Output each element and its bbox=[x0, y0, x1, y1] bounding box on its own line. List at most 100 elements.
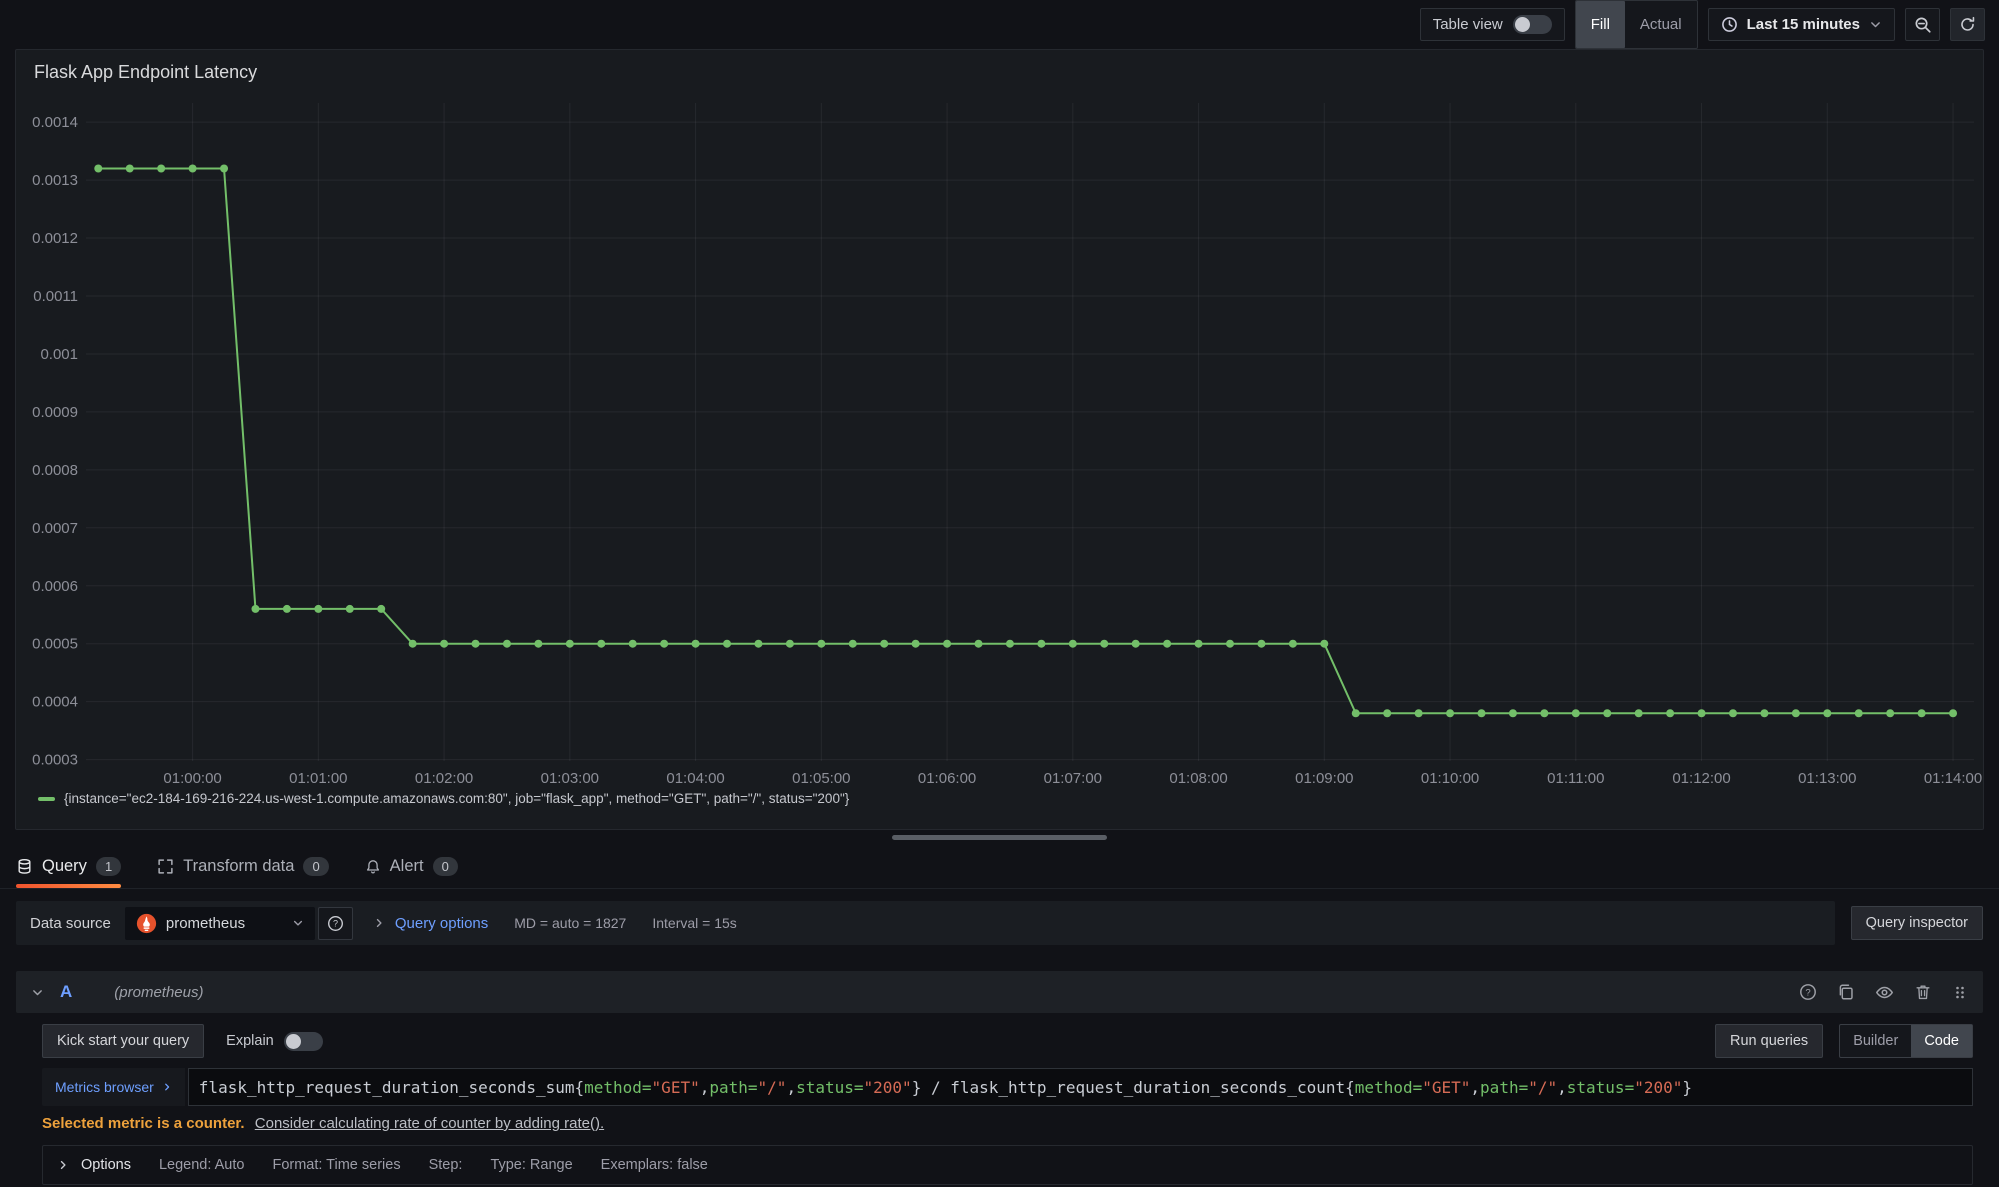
fill-actual-segmented: Fill Actual bbox=[1575, 0, 1698, 49]
svg-text:0.0009: 0.0009 bbox=[32, 404, 78, 421]
tab-transform-label: Transform data bbox=[183, 857, 294, 876]
delete-query-button[interactable] bbox=[1914, 983, 1932, 1001]
clock-icon bbox=[1721, 16, 1738, 33]
svg-text:01:04:00: 01:04:00 bbox=[666, 770, 724, 787]
svg-text:?: ? bbox=[333, 918, 338, 928]
query-ref-id: A bbox=[60, 982, 72, 1002]
collapse-chevron-icon[interactable] bbox=[31, 986, 44, 999]
actual-button[interactable]: Actual bbox=[1625, 1, 1697, 48]
tab-transform-data[interactable]: Transform data 0 bbox=[157, 845, 329, 888]
warning-message: Selected metric is a counter. bbox=[42, 1115, 245, 1132]
promql-editor-row: Metrics browser flask_http_request_durat… bbox=[42, 1068, 1973, 1106]
time-range-picker[interactable]: Last 15 minutes bbox=[1708, 8, 1895, 41]
query-editor-toolbar: Kick start your query Explain Run querie… bbox=[42, 1023, 1973, 1059]
table-view-toggle[interactable] bbox=[1513, 15, 1552, 34]
tab-query-count: 1 bbox=[96, 857, 121, 876]
chevron-down-icon bbox=[266, 917, 304, 929]
magnifier-minus-icon bbox=[1914, 16, 1932, 34]
chart-legend[interactable]: {instance="ec2-184-169-216-224.us-west-1… bbox=[38, 791, 1977, 806]
counter-warning: Selected metric is a counter. Consider c… bbox=[42, 1115, 1973, 1132]
transform-icon bbox=[157, 858, 174, 875]
toggle-visibility-button[interactable] bbox=[1875, 983, 1894, 1002]
query-help-button[interactable]: ? bbox=[1799, 983, 1817, 1001]
query-inspector-button[interactable]: Query inspector bbox=[1851, 906, 1983, 940]
prometheus-icon bbox=[136, 913, 157, 934]
refresh-icon bbox=[1959, 16, 1976, 33]
drag-handle-icon[interactable] bbox=[1952, 984, 1968, 1001]
svg-text:01:11:00: 01:11:00 bbox=[1547, 770, 1604, 787]
chevron-right-icon bbox=[57, 1159, 69, 1171]
svg-text:0.0007: 0.0007 bbox=[32, 520, 78, 537]
explain-toggle[interactable] bbox=[284, 1032, 323, 1051]
svg-text:01:14:00: 01:14:00 bbox=[1924, 770, 1982, 787]
datasource-help-button[interactable]: ? bbox=[318, 907, 353, 940]
table-view-control: Table view bbox=[1420, 8, 1565, 41]
svg-text:01:00:00: 01:00:00 bbox=[163, 770, 221, 787]
tab-query[interactable]: Query 1 bbox=[16, 845, 121, 888]
svg-text:01:10:00: 01:10:00 bbox=[1421, 770, 1479, 787]
table-view-label: Table view bbox=[1433, 16, 1503, 33]
tab-alert-count: 0 bbox=[433, 857, 458, 876]
datasource-row: Data source prometheus ? Query options M… bbox=[16, 901, 1983, 945]
svg-text:0.0011: 0.0011 bbox=[33, 288, 78, 305]
kickstart-query-button[interactable]: Kick start your query bbox=[42, 1024, 204, 1058]
promql-expression-input[interactable]: flask_http_request_duration_seconds_sum{… bbox=[188, 1068, 1973, 1106]
metrics-browser-label: Metrics browser bbox=[55, 1079, 154, 1095]
pane-resize-handle[interactable] bbox=[892, 835, 1107, 840]
svg-text:0.0012: 0.0012 bbox=[32, 230, 78, 247]
fill-button[interactable]: Fill bbox=[1576, 1, 1625, 48]
options-label: Options bbox=[81, 1157, 131, 1173]
panel-flask-latency: Flask App Endpoint Latency 0.00030.00040… bbox=[15, 49, 1984, 830]
zoom-out-button[interactable] bbox=[1905, 8, 1940, 41]
builder-button[interactable]: Builder bbox=[1840, 1025, 1911, 1057]
time-range-label: Last 15 minutes bbox=[1747, 16, 1860, 33]
datasource-picker[interactable]: prometheus bbox=[125, 907, 315, 940]
tab-transform-count: 0 bbox=[303, 857, 328, 876]
option-summary-item: Format: Time series bbox=[272, 1157, 400, 1173]
explain-label: Explain bbox=[226, 1033, 274, 1049]
option-summary-item: Step: bbox=[429, 1157, 463, 1173]
svg-text:01:09:00: 01:09:00 bbox=[1295, 770, 1353, 787]
metrics-browser-button[interactable]: Metrics browser bbox=[42, 1068, 185, 1106]
query-options-collapsed-row: Options Legend: AutoFormat: Time seriesS… bbox=[42, 1145, 1973, 1185]
bell-icon bbox=[365, 859, 381, 875]
database-icon bbox=[16, 858, 33, 875]
query-row-actions: ? bbox=[1799, 983, 1968, 1002]
datasource-bar: Data source prometheus ? Query options M… bbox=[16, 901, 1835, 945]
options-summary: Legend: AutoFormat: Time seriesStep:Type… bbox=[159, 1157, 708, 1173]
duplicate-query-button[interactable] bbox=[1837, 983, 1855, 1001]
svg-text:0.001: 0.001 bbox=[40, 346, 78, 363]
max-data-points-value: MD = auto = 1827 bbox=[514, 915, 626, 931]
panel-title: Flask App Endpoint Latency bbox=[22, 62, 1977, 83]
query-options-toggle[interactable]: Query options bbox=[373, 915, 488, 932]
svg-text:01:03:00: 01:03:00 bbox=[541, 770, 599, 787]
svg-text:01:06:00: 01:06:00 bbox=[918, 770, 976, 787]
run-queries-button[interactable]: Run queries bbox=[1715, 1024, 1823, 1058]
svg-text:?: ? bbox=[1805, 987, 1810, 998]
warning-rate-link[interactable]: Consider calculating rate of counter by … bbox=[255, 1115, 604, 1132]
promql-expression: flask_http_request_duration_seconds_sum{… bbox=[199, 1078, 1692, 1097]
chevron-down-icon bbox=[1869, 18, 1882, 31]
panel-edit-toolbar: Table view Fill Actual Last 15 minutes bbox=[0, 0, 1999, 49]
code-button[interactable]: Code bbox=[1911, 1025, 1972, 1057]
datasource-selected: prometheus bbox=[166, 915, 245, 932]
builder-code-segmented: Builder Code bbox=[1839, 1024, 1973, 1058]
chevron-right-icon bbox=[162, 1082, 172, 1092]
tab-query-label: Query bbox=[42, 857, 87, 876]
pane-divider bbox=[0, 830, 1999, 845]
svg-text:0.0003: 0.0003 bbox=[32, 752, 78, 769]
svg-text:0.0014: 0.0014 bbox=[32, 114, 78, 131]
latency-chart[interactable]: 0.00030.00040.00050.00060.00070.00080.00… bbox=[22, 89, 1982, 789]
options-toggle[interactable]: Options bbox=[57, 1157, 131, 1173]
query-row-header[interactable]: A (prometheus) ? bbox=[16, 971, 1983, 1013]
legend-series-marker bbox=[38, 797, 55, 801]
tab-alert[interactable]: Alert 0 bbox=[365, 845, 458, 888]
svg-text:0.0013: 0.0013 bbox=[32, 172, 78, 189]
option-summary-item: Exemplars: false bbox=[601, 1157, 708, 1173]
svg-text:0.0008: 0.0008 bbox=[32, 462, 78, 479]
refresh-button[interactable] bbox=[1950, 8, 1985, 41]
svg-text:01:07:00: 01:07:00 bbox=[1044, 770, 1102, 787]
svg-text:01:13:00: 01:13:00 bbox=[1798, 770, 1856, 787]
editor-tabs: Query 1 Transform data 0 Alert 0 bbox=[0, 845, 1999, 889]
interval-value: Interval = 15s bbox=[652, 915, 736, 931]
